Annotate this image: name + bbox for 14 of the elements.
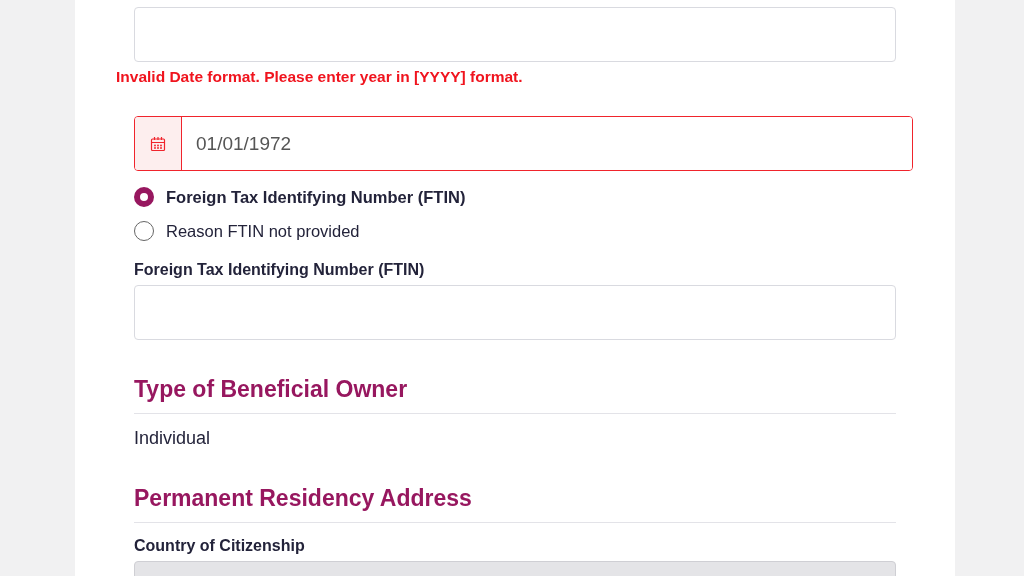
- date-field[interactable]: 01/01/1972: [134, 116, 913, 171]
- radio-label[interactable]: Reason FTIN not provided: [166, 221, 360, 241]
- radio-label[interactable]: Foreign Tax Identifying Number (FTIN): [166, 187, 466, 207]
- error-message: Invalid Date format. Please enter year in [YYYY] format.: [116, 68, 524, 86]
- input-field[interactable]: [134, 7, 896, 62]
- section-heading: Type of Beneficial Owner: [134, 376, 896, 414]
- field-value: Individual: [134, 428, 212, 449]
- section-heading: Permanent Residency Address: [134, 485, 896, 523]
- field-label: Country of Citizenship: [134, 537, 306, 555]
- radio-button[interactable]: [134, 221, 154, 241]
- field-label: Foreign Tax Identifying Number (FTIN): [134, 261, 426, 279]
- input-field[interactable]: [134, 285, 896, 340]
- calendar-icon: [150, 135, 166, 152]
- radio-button[interactable]: [134, 187, 154, 207]
